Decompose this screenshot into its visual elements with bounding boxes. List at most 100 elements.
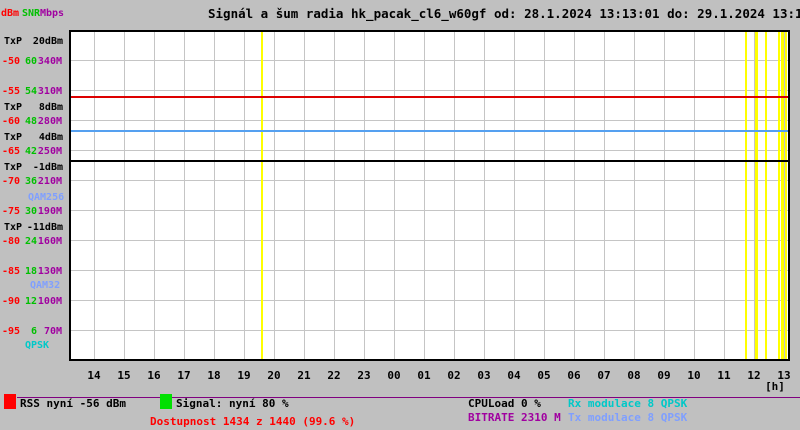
h-gridline [71,90,788,91]
v-gridline [454,32,455,359]
y-tick-mbps: 160M [37,236,62,247]
v-gridline [154,32,155,359]
y-tick-snr: 48 [24,116,37,127]
v-gridline [484,32,485,359]
tx-modulation-label: Tx modulace 8 QPSK [568,411,688,424]
y-tick-snr: 36 [24,176,37,187]
v-gridline [214,32,215,359]
x-axis-unit: [h] [765,380,785,393]
page-title: Signál a šum radia hk_pacak_cl6_w60gf od… [208,6,800,21]
outage-marker [778,32,780,359]
txp-label: TxP [4,36,23,47]
h-gridline [71,270,788,271]
signal-legend-swatch [160,394,172,409]
y-tick-snr: 12 [24,296,37,307]
v-gridline [514,32,515,359]
v-gridline [574,32,575,359]
h-gridline [71,300,788,301]
rss-line [71,96,788,98]
x-tick: 01 [417,369,431,382]
h-gridline [71,210,788,211]
rss-legend-swatch [4,394,16,409]
y-tick-mbps: 210M [37,176,62,187]
h-gridline [71,120,788,121]
v-gridline [304,32,305,359]
txp-label: TxP [4,222,23,233]
y-tick-dbm: -75 [1,206,20,217]
x-tick: 04 [507,369,521,382]
v-gridline [184,32,185,359]
v-gridline [274,32,275,359]
txp-value: 20dBm [32,36,63,47]
v-gridline [94,32,95,359]
y-tick-dbm: -55 [1,86,20,97]
x-tick: 05 [537,369,551,382]
x-tick: 17 [177,369,191,382]
outage-marker [261,32,263,359]
txp-value: 4dBm [38,132,63,143]
x-tick: 10 [687,369,701,382]
txp-label: TxP [4,102,23,113]
cpuload-label: CPULoad 0 % [468,397,541,410]
v-gridline [724,32,725,359]
y-tick-mbps: 280M [37,116,62,127]
y-tick-snr: 42 [24,146,37,157]
y-axis-header-snr: SNR [22,8,41,19]
h-gridline [71,180,788,181]
y-tick-mbps: 310M [37,86,62,97]
v-gridline [394,32,395,359]
v-gridline [424,32,425,359]
y-tick-dbm: -85 [1,266,20,277]
y-tick-mbps: 100M [37,296,62,307]
y-tick-mbps: 250M [37,146,62,157]
y-tick-dbm: -80 [1,236,20,247]
modulation-label: QPSK [25,340,50,351]
y-tick-dbm: -90 [1,296,20,307]
x-tick: 19 [237,369,251,382]
outage-marker [785,32,787,359]
x-tick: 16 [147,369,161,382]
v-gridline [664,32,665,359]
x-tick: 07 [597,369,611,382]
v-gridline [244,32,245,359]
x-tick: 23 [357,369,371,382]
x-tick: 20 [267,369,281,382]
h-gridline [71,150,788,151]
txp-value: -1dBm [32,162,63,173]
availability-label: Dostupnost 1434 z 1440 (99.6 %) [150,415,356,428]
x-tick: 00 [387,369,401,382]
v-gridline [124,32,125,359]
y-tick-snr: 60 [24,56,37,67]
x-tick: 06 [567,369,581,382]
y-tick-mbps: 340M [37,56,62,67]
h-gridline [71,330,788,331]
plot-area [69,30,790,361]
y-tick-dbm: -65 [1,146,20,157]
y-axis-header-mbps: Mbps [40,8,65,19]
x-tick: 02 [447,369,461,382]
txp-label: TxP [4,162,23,173]
y-tick-dbm: -95 [1,326,20,337]
rx-modulation-label: Rx modulace 8 QPSK [568,397,688,410]
y-axis-header-dbm: dBm [1,8,20,19]
v-gridline [694,32,695,359]
y-tick-snr: 24 [24,236,37,247]
y-tick-mbps: 70M [43,326,62,337]
h-gridline [71,240,788,241]
x-tick: 21 [297,369,311,382]
modulation-label: QAM32 [30,280,61,291]
x-tick: 15 [117,369,131,382]
y-tick-mbps: 190M [37,206,62,217]
outage-marker [745,32,747,359]
bitrate-label: BITRATE 2310 M [468,411,561,424]
v-gridline [334,32,335,359]
x-tick: 18 [207,369,221,382]
v-gridline [634,32,635,359]
txp-value: -11dBm [26,222,63,233]
y-tick-mbps: 130M [37,266,62,277]
outage-marker [765,32,767,359]
txp-value: 8dBm [38,102,63,113]
txp-label: TxP [4,132,23,143]
y-tick-snr: 18 [24,266,37,277]
black-line-line [71,160,788,162]
